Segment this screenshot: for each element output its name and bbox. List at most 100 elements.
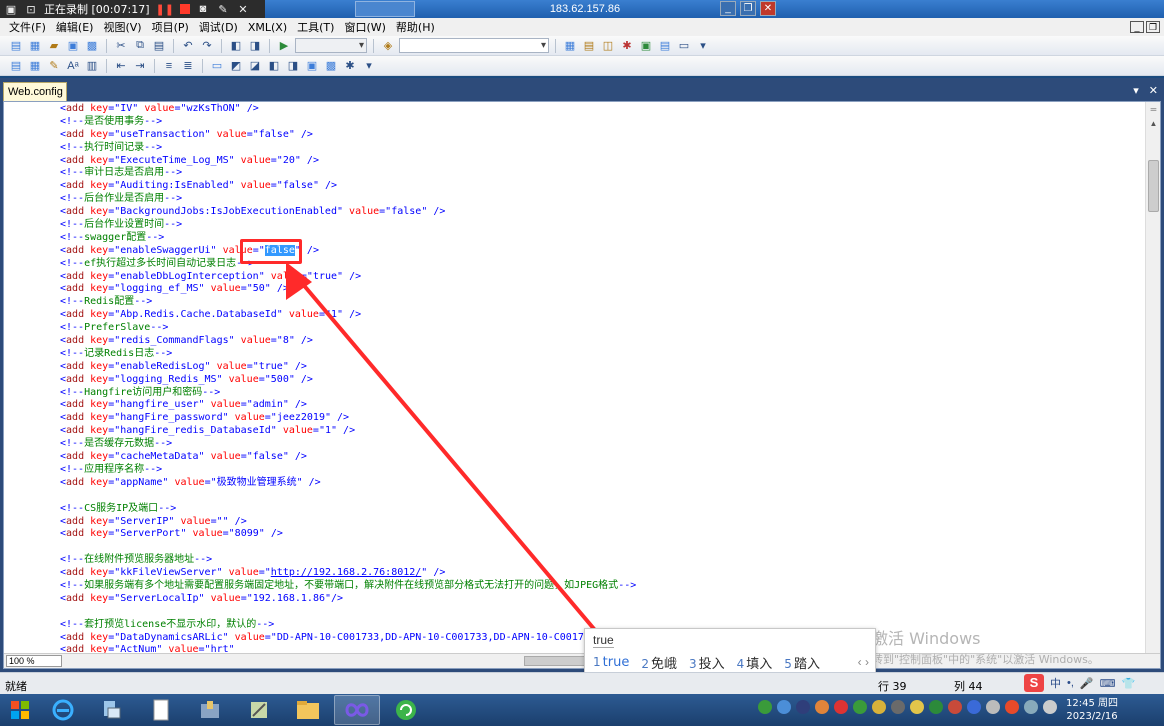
configuration-select[interactable]: ▾ bbox=[295, 38, 367, 53]
add-item-icon[interactable]: ▦ bbox=[27, 38, 43, 54]
code-line[interactable]: <!--Hangfire访问用户和密码--> bbox=[60, 387, 1142, 400]
tray-app-icon[interactable] bbox=[777, 700, 791, 714]
skin-icon[interactable]: 👕 bbox=[1122, 677, 1136, 690]
menu-file[interactable]: 文件(F) bbox=[4, 19, 51, 35]
tray-app-icon[interactable] bbox=[948, 700, 962, 714]
code-line[interactable]: <add key="enableSwaggerUi" value="false"… bbox=[60, 244, 1142, 258]
start-debug-icon[interactable]: ▶ bbox=[276, 38, 292, 54]
sogou-logo-icon[interactable]: S bbox=[1024, 674, 1044, 692]
decrease-indent-icon[interactable]: ⇤ bbox=[113, 58, 129, 74]
code-line[interactable]: <add key="ServerPort" value="8099" /> bbox=[60, 528, 1142, 541]
minimize-button[interactable]: _ bbox=[720, 1, 736, 16]
window-icon[interactable]: ▣ bbox=[4, 2, 18, 16]
show-xslt-icon[interactable]: ▦ bbox=[27, 58, 43, 74]
code-line[interactable]: <!--是否缓存元数据--> bbox=[60, 438, 1142, 451]
bookmark-next-icon[interactable]: ◪ bbox=[247, 58, 263, 74]
tab-dropdown-icon[interactable]: ▾ bbox=[1133, 84, 1139, 97]
installer-taskbar-icon[interactable] bbox=[187, 695, 233, 725]
menu-tools[interactable]: 工具(T) bbox=[292, 19, 339, 35]
menu-view[interactable]: 视图(V) bbox=[98, 19, 146, 35]
ime-page-arrows[interactable]: ‹ › bbox=[858, 655, 869, 669]
tray-app-icon[interactable] bbox=[929, 700, 943, 714]
menu-edit[interactable]: 编辑(E) bbox=[51, 19, 99, 35]
tray-app-icon[interactable] bbox=[1005, 700, 1019, 714]
code-line[interactable]: <add key="hangfire_user" value="admin" /… bbox=[60, 399, 1142, 412]
tray-app-icon[interactable] bbox=[758, 700, 772, 714]
microphone-icon[interactable]: 🎤 bbox=[1080, 677, 1094, 690]
clear-bookmarks-icon[interactable]: ✱ bbox=[342, 58, 358, 74]
undo-icon[interactable]: ↶ bbox=[180, 38, 196, 54]
code-line[interactable]: <add key="redis_CommandFlags" value="8" … bbox=[60, 335, 1142, 348]
ime-language[interactable]: 中 bbox=[1050, 675, 1061, 691]
code-line[interactable]: <!--应用程序名称--> bbox=[60, 464, 1142, 477]
keyboard-icon[interactable]: ⌨ bbox=[1100, 677, 1116, 690]
menu-help[interactable]: 帮助(H) bbox=[391, 19, 440, 35]
uncomment-icon[interactable]: ≣ bbox=[180, 58, 196, 74]
code-line[interactable]: <add key="cacheMetaData" value="false" /… bbox=[60, 451, 1142, 464]
code-line[interactable]: <add key="hangFire_password" value="jeez… bbox=[60, 412, 1142, 425]
zoom-select[interactable]: 100 % bbox=[6, 655, 62, 667]
menu-xml[interactable]: XML(X) bbox=[243, 21, 292, 34]
crop-icon[interactable]: ⊡ bbox=[24, 2, 38, 16]
bookmark-prev-icon[interactable]: ◩ bbox=[228, 58, 244, 74]
scroll-up-icon[interactable]: ▲ bbox=[1148, 118, 1159, 129]
explorer-taskbar-icon[interactable] bbox=[285, 695, 331, 725]
close-button[interactable]: ✕ bbox=[760, 1, 776, 16]
increase-indent-icon[interactable]: ⇥ bbox=[132, 58, 148, 74]
code-line[interactable]: <add key="Auditing:IsEnabled" value="fal… bbox=[60, 180, 1142, 193]
volume-icon[interactable] bbox=[1043, 700, 1057, 714]
class-view-icon[interactable]: ▤ bbox=[657, 38, 673, 54]
code-line[interactable]: <add key="kkFileViewServer" value="http:… bbox=[60, 567, 1142, 580]
code-line[interactable] bbox=[60, 490, 1142, 503]
code-line[interactable]: <add key="enableRedisLog" value="true" /… bbox=[60, 361, 1142, 374]
toolbar-options-icon[interactable]: ▾ bbox=[361, 58, 377, 74]
open-icon[interactable]: ▰ bbox=[46, 38, 62, 54]
code-line[interactable]: <add key="hangFire_redis_DatabaseId" val… bbox=[60, 425, 1142, 438]
tray-app-icon[interactable] bbox=[910, 700, 924, 714]
clock[interactable]: 12:45 周四 2023/2/16 bbox=[1066, 697, 1118, 723]
tab-web-config[interactable]: Web.config bbox=[3, 82, 67, 102]
visual-studio-taskbar-icon[interactable] bbox=[334, 695, 380, 725]
code-line[interactable]: <!--PreferSlave--> bbox=[60, 322, 1142, 335]
menu-project[interactable]: 项目(P) bbox=[147, 19, 194, 35]
paste-icon[interactable]: ▤ bbox=[151, 38, 167, 54]
save-all-icon[interactable]: ▩ bbox=[84, 38, 100, 54]
network-icon[interactable] bbox=[1024, 700, 1038, 714]
code-line[interactable]: <!--后台作业设置时间--> bbox=[60, 219, 1142, 232]
ie-taskbar-icon[interactable] bbox=[40, 695, 86, 725]
code-line[interactable]: <add key="appName" value="极致物业管理系统" /> bbox=[60, 477, 1142, 490]
code-line[interactable]: <add key="enableDbLogInterception" value… bbox=[60, 271, 1142, 284]
menu-debug[interactable]: 调试(D) bbox=[194, 19, 243, 35]
command-window-icon[interactable]: ▭ bbox=[676, 38, 692, 54]
create-schema-icon[interactable]: ▤ bbox=[8, 58, 24, 74]
start-page-icon[interactable]: ▣ bbox=[638, 38, 654, 54]
code-line[interactable]: <!--swagger配置--> bbox=[60, 232, 1142, 245]
ime-candidate[interactable]: 2 免峨 bbox=[641, 653, 677, 672]
code-line[interactable]: <add key="ServerIP" value="" /> bbox=[60, 516, 1142, 529]
ime-candidate[interactable]: 3 投入 bbox=[689, 653, 725, 672]
save-icon[interactable]: ▣ bbox=[65, 38, 81, 54]
new-project-icon[interactable]: ▤ bbox=[8, 38, 24, 54]
ime-candidate[interactable]: 4 填入 bbox=[737, 653, 773, 672]
navigate-back-icon[interactable]: ◧ bbox=[228, 38, 244, 54]
code-line[interactable]: <add key="logging_Redis_MS" value="500" … bbox=[60, 374, 1142, 387]
tray-app-icon[interactable] bbox=[967, 700, 981, 714]
object-browser-icon[interactable]: ◫ bbox=[600, 38, 616, 54]
code-line[interactable]: <add key="Abp.Redis.Cache.DatabaseId" va… bbox=[60, 309, 1142, 322]
code-line[interactable]: <add key="useTransaction" value="false" … bbox=[60, 129, 1142, 142]
restore-button[interactable]: ❐ bbox=[740, 1, 756, 16]
vertical-scrollbar[interactable]: ═ ▲ bbox=[1145, 102, 1160, 653]
ime-candidate[interactable]: 5 踏入 bbox=[784, 653, 820, 672]
tools-taskbar-icon[interactable] bbox=[236, 695, 282, 725]
bookmark-next-folder-icon[interactable]: ◨ bbox=[285, 58, 301, 74]
list-members-icon[interactable]: ▥ bbox=[84, 58, 100, 74]
tray-app-icon[interactable] bbox=[891, 700, 905, 714]
find-combo[interactable]: ▾ bbox=[399, 38, 549, 53]
code-line[interactable]: <!--执行时间记录--> bbox=[60, 142, 1142, 155]
tab-close-icon[interactable]: ✕ bbox=[1149, 84, 1158, 97]
ime-candidate[interactable]: 1 true bbox=[593, 655, 629, 670]
redo-icon[interactable]: ↷ bbox=[199, 38, 215, 54]
close-icon[interactable]: ✕ bbox=[236, 2, 250, 16]
code-line[interactable]: <add key="ExecuteTime_Log_MS" value="20"… bbox=[60, 155, 1142, 168]
stop-icon[interactable] bbox=[179, 4, 190, 14]
